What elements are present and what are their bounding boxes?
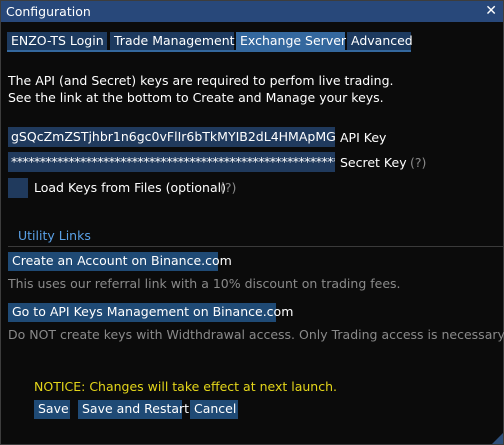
save-button[interactable]: Save <box>34 400 70 419</box>
utility-separator <box>8 246 503 247</box>
secret-key-help-icon[interactable]: (?) <box>410 155 426 170</box>
api-key-input[interactable]: gSQcZmZSTjhbr1n6gc0vFlIr6bTkMYIB2dL4HMAp… <box>8 127 335 147</box>
close-icon[interactable]: ✕ <box>485 2 497 20</box>
tab-label: Trade Management <box>114 33 235 48</box>
api-keys-management-label: Go to API Keys Management on Binance.com <box>12 304 294 319</box>
title-bar[interactable]: Configuration ✕ <box>1 1 503 22</box>
window-title: Configuration <box>6 4 91 19</box>
tab-underline <box>7 50 411 52</box>
cancel-label: Cancel <box>194 401 237 416</box>
intro-line-2: See the link at the bottom to Create and… <box>8 90 384 105</box>
save-label: Save <box>38 401 69 416</box>
notice-text: NOTICE: Changes will take effect at next… <box>34 379 337 394</box>
tab-exchange-server[interactable]: Exchange Server <box>236 32 347 50</box>
api-keys-management-button[interactable]: Go to API Keys Management on Binance.com <box>8 303 293 322</box>
tab-trade-management[interactable]: Trade Management <box>110 32 235 50</box>
resize-grip-icon[interactable] <box>492 433 503 444</box>
tab-advanced[interactable]: Advanced <box>347 32 413 50</box>
utility-links-heading: Utility Links <box>18 228 91 243</box>
api-key-label: API Key <box>340 130 387 145</box>
create-account-label: Create an Account on Binance.com <box>12 253 232 268</box>
load-keys-checkbox[interactable] <box>8 178 28 198</box>
tab-label: Advanced <box>351 33 413 48</box>
tab-label: ENZO-TS Login <box>11 33 104 48</box>
tab-label: Exchange Server <box>240 33 347 48</box>
secret-key-input[interactable]: ****************************************… <box>8 152 335 172</box>
configuration-window: Configuration ✕ ENZO-TS Login Trade Mana… <box>0 0 504 445</box>
load-keys-label: Load Keys from Files (optional) <box>34 180 226 195</box>
create-account-note: This uses our referral link with a 10% d… <box>8 276 401 291</box>
load-keys-help-icon[interactable]: (?) <box>220 180 236 195</box>
tab-enzo-ts-login[interactable]: ENZO-TS Login <box>7 32 107 50</box>
intro-line-1: The API (and Secret) keys are required t… <box>8 73 394 88</box>
save-and-restart-button[interactable]: Save and Restart <box>78 400 189 419</box>
create-account-button[interactable]: Create an Account on Binance.com <box>8 252 232 271</box>
api-keys-management-note: Do NOT create keys with Widthdrawal acce… <box>8 327 504 342</box>
secret-key-label: Secret Key <box>340 155 407 170</box>
cancel-button[interactable]: Cancel <box>190 400 238 419</box>
save-and-restart-label: Save and Restart <box>82 401 190 416</box>
